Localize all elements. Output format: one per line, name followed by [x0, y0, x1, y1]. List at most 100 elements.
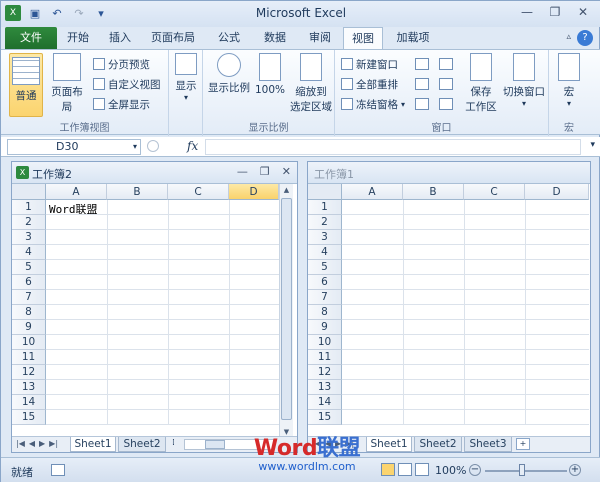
row-header[interactable]: 14 [12, 395, 46, 410]
row-header[interactable]: 3 [12, 230, 46, 245]
sheet-tab-sheet3[interactable]: Sheet3 [464, 437, 512, 452]
record-macro-icon[interactable] [51, 464, 65, 476]
column-header[interactable]: A [342, 184, 403, 200]
tab-view[interactable]: 视图 [343, 27, 383, 49]
column-header[interactable]: B [403, 184, 464, 200]
column-header[interactable]: A [46, 184, 107, 200]
scroll-thumb[interactable] [281, 198, 292, 420]
sheet-tab-sheet2[interactable]: Sheet2 [414, 437, 462, 452]
row-header[interactable]: 6 [308, 275, 342, 290]
synchronous-scrolling-icon[interactable] [439, 78, 453, 90]
collapse-ribbon-icon[interactable]: ▵ [566, 32, 571, 42]
custom-views-button[interactable]: 自定义视图 [93, 76, 161, 92]
tab-split-icon[interactable]: ⁞ [172, 438, 175, 448]
row-header[interactable]: 4 [12, 245, 46, 260]
zoom-out-icon[interactable]: − [469, 464, 481, 476]
row-header[interactable]: 10 [12, 335, 46, 350]
tab-addins[interactable]: 加载项 [389, 27, 437, 49]
tab-formulas[interactable]: 公式 [209, 27, 249, 49]
zoom-slider-thumb[interactable] [519, 464, 525, 476]
row-header[interactable]: 5 [12, 260, 46, 275]
last-sheet-icon[interactable]: ▶| [49, 439, 58, 448]
column-header[interactable]: C [168, 184, 229, 200]
full-screen-button[interactable]: 全屏显示 [93, 96, 150, 112]
next-sheet-icon[interactable]: ▶ [39, 439, 45, 448]
row-header[interactable]: 11 [308, 350, 342, 365]
row-header[interactable]: 15 [308, 410, 342, 425]
tab-review[interactable]: 审阅 [301, 27, 339, 49]
row-header[interactable]: 1 [308, 200, 342, 215]
row-header[interactable]: 6 [12, 275, 46, 290]
page-layout-view-button[interactable]: 页面布局 [47, 53, 87, 114]
tab-home[interactable]: 开始 [59, 27, 97, 49]
row-header[interactable]: 7 [308, 290, 342, 305]
row-header[interactable]: 12 [308, 365, 342, 380]
row-header[interactable]: 12 [12, 365, 46, 380]
zoom-slider[interactable] [485, 470, 567, 472]
switch-windows-button[interactable]: 切换窗口 ▾ [501, 53, 547, 108]
tab-page-layout[interactable]: 页面布局 [143, 27, 203, 49]
split-icon[interactable] [415, 58, 429, 70]
close-icon[interactable]: ✕ [569, 3, 597, 21]
zoom-to-selection-button[interactable]: 缩放到 选定区域 [289, 53, 333, 114]
tab-file[interactable]: 文件 [5, 27, 57, 49]
zoom-100-button[interactable]: 100% [255, 53, 285, 96]
view-side-by-side-icon[interactable] [439, 58, 453, 70]
freeze-panes-button[interactable]: 冻结窗格 ▾ [341, 96, 405, 112]
row-header[interactable]: 9 [12, 320, 46, 335]
row-header[interactable]: 5 [308, 260, 342, 275]
column-header[interactable]: C [464, 184, 525, 200]
unhide-icon[interactable] [415, 98, 429, 110]
row-header[interactable]: 2 [12, 215, 46, 230]
restore-icon[interactable]: ❐ [260, 165, 270, 178]
column-header-selected[interactable]: D [229, 184, 279, 200]
close-icon[interactable]: ✕ [282, 165, 291, 178]
restore-icon[interactable]: ❐ [541, 3, 569, 21]
zoom-level[interactable]: 100% [435, 464, 466, 477]
reset-window-position-icon[interactable] [439, 98, 453, 110]
column-header[interactable]: D [525, 184, 589, 200]
row-header[interactable]: 9 [308, 320, 342, 335]
column-header[interactable]: B [107, 184, 168, 200]
macros-button[interactable]: 宏 ▾ [553, 53, 585, 108]
row-header[interactable]: 3 [308, 230, 342, 245]
row-header[interactable]: 14 [308, 395, 342, 410]
select-all-corner[interactable] [308, 184, 342, 200]
name-box[interactable]: D30 ▾ [7, 139, 141, 155]
select-all-corner[interactable] [12, 184, 46, 200]
normal-view-button[interactable]: 普通 [9, 53, 43, 117]
save-workspace-button[interactable]: 保存 工作区 [463, 53, 499, 114]
vertical-scrollbar[interactable]: ▲ ▼ [279, 184, 293, 438]
row-header[interactable]: 7 [12, 290, 46, 305]
chevron-down-icon[interactable]: ▾ [133, 140, 137, 154]
row-header[interactable]: 8 [12, 305, 46, 320]
prev-sheet-icon[interactable]: ◀ [29, 439, 35, 448]
page-layout-view-icon[interactable] [398, 463, 412, 476]
sheet-tab-sheet2[interactable]: Sheet2 [118, 437, 166, 452]
formula-input[interactable] [205, 139, 581, 155]
arrange-all-button[interactable]: 全部重排 [341, 76, 398, 92]
scroll-up-icon[interactable]: ▲ [280, 184, 293, 196]
expand-formula-bar-icon[interactable]: ▾ [590, 140, 595, 150]
page-break-view-icon[interactable] [415, 463, 429, 476]
minimize-icon[interactable]: — [513, 3, 541, 21]
scroll-thumb[interactable] [205, 440, 225, 449]
help-icon[interactable]: ? [577, 30, 593, 46]
row-header[interactable]: 13 [308, 380, 342, 395]
row-header[interactable]: 11 [12, 350, 46, 365]
new-window-button[interactable]: 新建窗口 [341, 56, 398, 72]
row-header[interactable]: 15 [12, 410, 46, 425]
tab-data[interactable]: 数据 [255, 27, 295, 49]
first-sheet-icon[interactable]: |◀ [16, 439, 25, 448]
minimize-icon[interactable]: — [237, 165, 248, 178]
row-header[interactable]: 4 [308, 245, 342, 260]
insert-function-icon[interactable]: fx [187, 139, 198, 153]
page-break-preview-button[interactable]: 分页预览 [93, 56, 150, 72]
row-header[interactable]: 13 [12, 380, 46, 395]
tab-insert[interactable]: 插入 [101, 27, 139, 49]
zoom-button[interactable]: 显示比例 [207, 53, 251, 95]
sheet-tab-sheet1[interactable]: Sheet1 [70, 437, 116, 452]
insert-sheet-icon[interactable]: + [516, 438, 530, 450]
row-header[interactable]: 2 [308, 215, 342, 230]
row-header[interactable]: 10 [308, 335, 342, 350]
